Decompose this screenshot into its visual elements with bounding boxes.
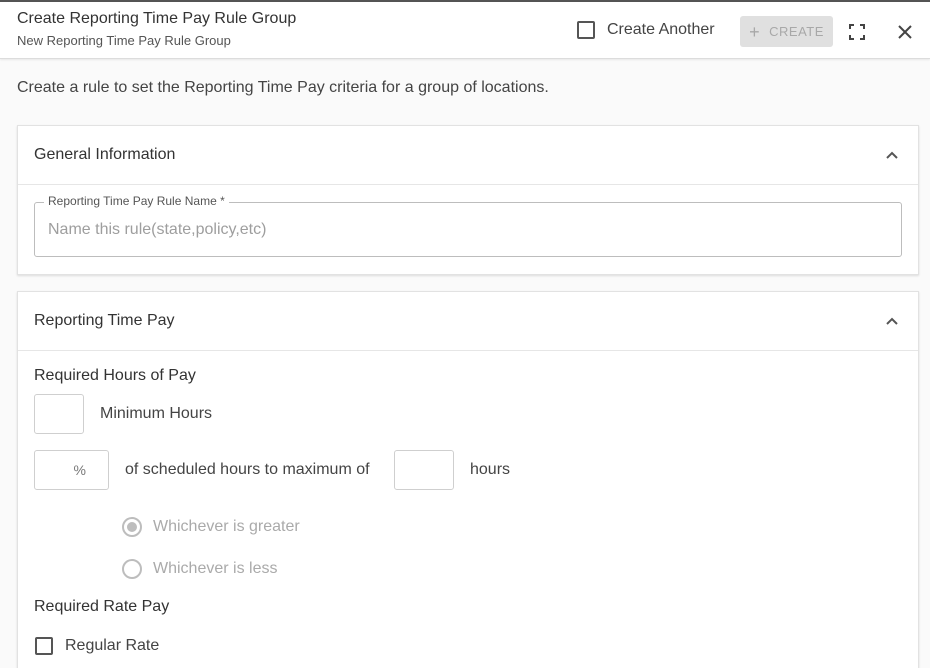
general-information-header[interactable]: General Information	[18, 126, 918, 185]
dialog-header: Create Reporting Time Pay Rule Group New…	[0, 2, 930, 59]
rule-name-input[interactable]	[48, 203, 888, 256]
required-hours-label: Required Hours of Pay	[34, 367, 196, 384]
create-button[interactable]: + CREATE	[740, 16, 833, 47]
fullscreen-icon	[849, 24, 865, 40]
dialog-subtitle: New Reporting Time Pay Rule Group	[17, 33, 231, 48]
create-rule-dialog: Create Reporting Time Pay Rule Group New…	[0, 0, 930, 668]
hours-text: hours	[470, 461, 511, 478]
create-button-label: CREATE	[769, 24, 824, 39]
regular-rate-checkbox[interactable]	[35, 637, 53, 655]
create-another-checkbox[interactable]	[577, 21, 595, 39]
chevron-up-icon[interactable]	[884, 314, 900, 328]
whichever-greater-radio[interactable]	[122, 517, 142, 537]
intro-text: Create a rule to set the Reporting Time …	[17, 79, 549, 96]
whichever-less-radio[interactable]	[122, 559, 142, 579]
reporting-time-pay-title: Reporting Time Pay	[34, 312, 175, 329]
regular-rate-label: Regular Rate	[65, 637, 160, 654]
max-hours-input[interactable]	[395, 451, 453, 489]
percent-input-box: %	[34, 450, 109, 490]
minimum-hours-label: Minimum Hours	[100, 405, 213, 422]
dialog-title: Create Reporting Time Pay Rule Group	[17, 10, 297, 27]
fullscreen-button[interactable]	[845, 20, 869, 44]
close-button[interactable]	[893, 20, 917, 44]
create-another-toggle[interactable]: Create Another	[577, 20, 715, 40]
plus-icon: +	[749, 21, 761, 42]
close-icon	[898, 25, 912, 39]
percent-input[interactable]	[35, 451, 108, 489]
percent-symbol: %	[73, 462, 86, 478]
create-another-label: Create Another	[607, 21, 715, 38]
rule-name-field: Reporting Time Pay Rule Name *	[34, 194, 902, 257]
minimum-hours-input-box	[34, 394, 84, 434]
scheduled-hours-text: of scheduled hours to maximum of	[125, 461, 370, 478]
required-rate-label: Required Rate Pay	[34, 598, 170, 615]
whichever-less-label: Whichever is less	[153, 560, 278, 577]
reporting-time-pay-card: Reporting Time Pay Required Hours of Pay…	[17, 291, 919, 668]
general-information-card: General Information Reporting Time Pay R…	[17, 125, 919, 275]
minimum-hours-input[interactable]	[35, 395, 83, 433]
general-information-title: General Information	[34, 146, 176, 163]
reporting-time-pay-header[interactable]: Reporting Time Pay	[18, 292, 918, 351]
chevron-up-icon[interactable]	[884, 148, 900, 162]
whichever-greater-label: Whichever is greater	[153, 518, 300, 535]
max-hours-input-box	[394, 450, 454, 490]
